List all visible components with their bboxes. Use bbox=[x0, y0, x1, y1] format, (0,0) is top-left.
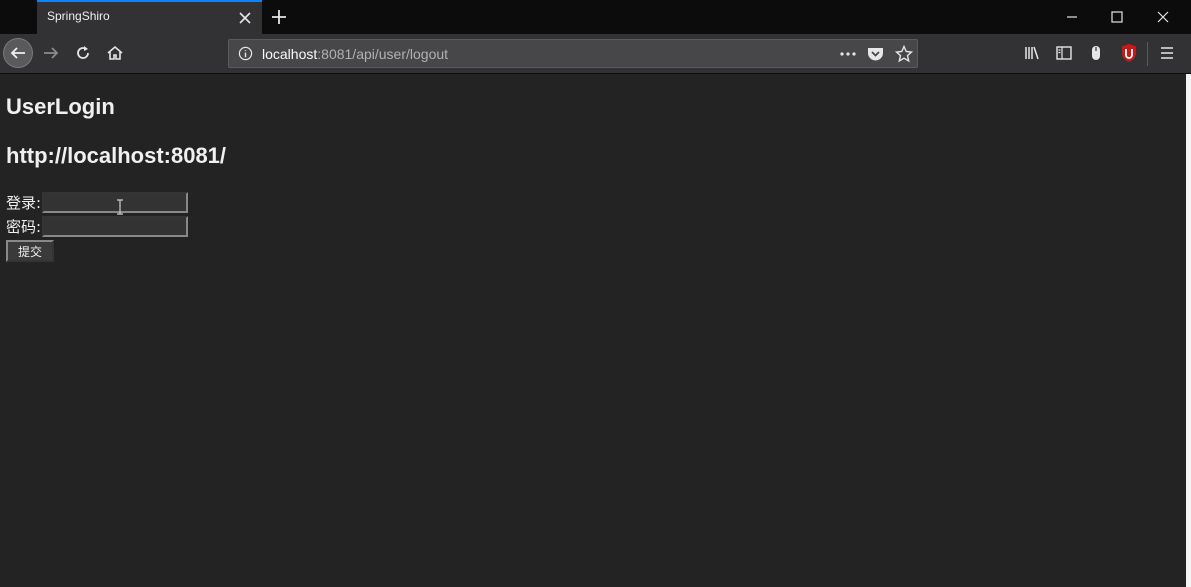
forward-arrow-icon[interactable] bbox=[42, 44, 60, 62]
more-icon[interactable] bbox=[839, 47, 857, 61]
login-row: 登录: bbox=[6, 192, 189, 213]
sidebar-icon[interactable] bbox=[1055, 44, 1073, 62]
url-text: localhost:8081/api/user/logout bbox=[262, 46, 448, 62]
reload-icon[interactable] bbox=[74, 44, 92, 62]
nav-toolbar: localhost:8081/api/user/logout bbox=[0, 34, 1191, 74]
info-icon[interactable] bbox=[238, 46, 253, 61]
plus-icon[interactable] bbox=[270, 8, 288, 26]
password-row: 密码: bbox=[6, 216, 189, 237]
home-icon[interactable] bbox=[106, 44, 124, 62]
maximize-icon[interactable] bbox=[1110, 10, 1124, 24]
pocket-icon[interactable] bbox=[867, 46, 884, 62]
star-icon[interactable] bbox=[895, 45, 913, 63]
back-arrow-icon bbox=[10, 47, 25, 59]
minimize-icon[interactable] bbox=[1065, 10, 1079, 24]
password-label: 密码: bbox=[6, 218, 42, 236]
url-bar[interactable]: localhost:8081/api/user/logout bbox=[228, 39, 918, 68]
menu-icon[interactable] bbox=[1158, 44, 1176, 62]
tab-springshiro[interactable]: SpringShiro bbox=[37, 0, 262, 34]
window-edge bbox=[1186, 74, 1191, 587]
toolbar-divider bbox=[1147, 42, 1148, 66]
submit-button[interactable]: 提交 bbox=[6, 240, 54, 262]
tab-strip: SpringShiro bbox=[0, 0, 1191, 34]
back-button[interactable] bbox=[3, 38, 33, 68]
login-label: 登录: bbox=[6, 194, 42, 212]
page-heading: UserLogin bbox=[6, 94, 115, 119]
close-icon[interactable] bbox=[237, 10, 253, 26]
tab-title: SpringShiro bbox=[47, 9, 110, 23]
library-icon[interactable] bbox=[1023, 44, 1041, 62]
text-cursor-icon bbox=[117, 199, 123, 215]
mouse-icon[interactable] bbox=[1087, 44, 1105, 62]
url-path: :8081/api/user/logout bbox=[317, 46, 449, 62]
window-close-icon[interactable] bbox=[1156, 10, 1170, 24]
ublock-icon[interactable] bbox=[1119, 43, 1139, 63]
page-subheading: http://localhost:8081/ bbox=[6, 143, 227, 168]
url-host: localhost bbox=[262, 46, 318, 62]
password-input[interactable] bbox=[42, 216, 189, 237]
